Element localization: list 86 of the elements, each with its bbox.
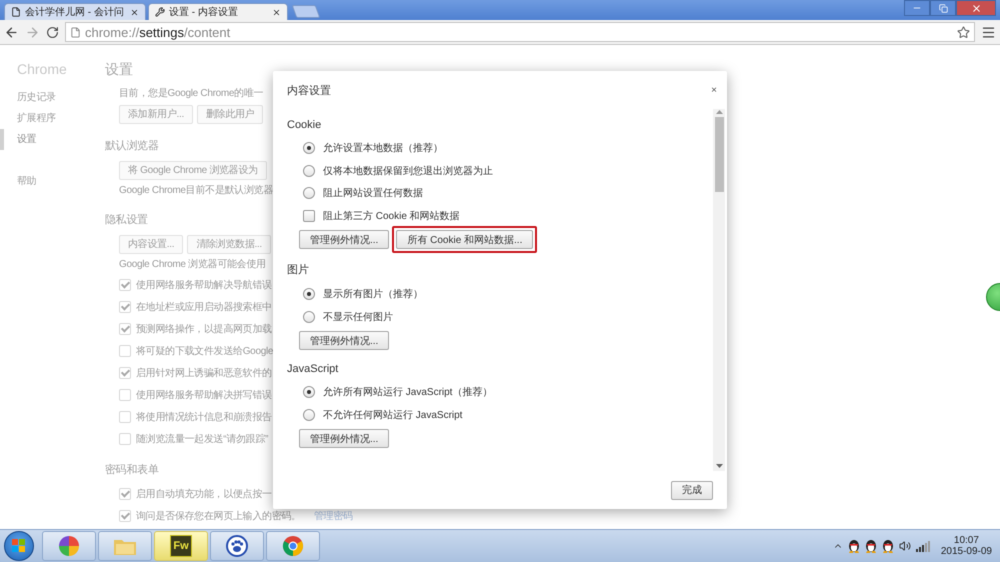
radio-label: 仅将本地数据保留到您退出浏览器为止 (323, 164, 493, 178)
scroll-up-icon[interactable] (716, 109, 722, 115)
close-button[interactable]: × (711, 84, 717, 96)
checkbox-label: 将可疑的下载文件发送给Google (136, 344, 274, 358)
checkbox-label: 启用自动填充功能，以便点按一 (136, 488, 272, 501)
page-icon (70, 26, 81, 38)
taskbar-app-button[interactable]: Fw (154, 531, 208, 561)
reload-icon[interactable] (46, 26, 59, 38)
radio-label: 阻止网站设置任何数据 (323, 186, 423, 200)
url-text: chrome://settings/content (85, 24, 230, 40)
fireworks-icon: Fw (170, 535, 192, 557)
radio-button[interactable] (303, 386, 315, 398)
close-icon[interactable] (272, 8, 281, 16)
chrome-icon (282, 535, 304, 557)
clock-time[interactable]: 10:07 (954, 535, 979, 546)
checkbox-label: 使用网络服务帮助解决拼写错误 (136, 388, 272, 402)
network-icon[interactable] (916, 540, 930, 552)
dialog-button[interactable]: 管理例外情况... (299, 230, 390, 249)
checkbox-label: 将使用情况统计信息和崩溃报告 (136, 410, 272, 424)
dialog-title: 内容设置 (287, 84, 331, 98)
checkbox-label: 阻止第三方 Cookie 和网站数据 (323, 210, 460, 223)
section-heading: 隐私设置 (105, 213, 149, 227)
dialog-button[interactable]: 管理例外情况... (299, 429, 390, 448)
radio-button[interactable] (303, 187, 315, 200)
radio-button[interactable] (303, 310, 315, 323)
radio-button[interactable] (303, 408, 315, 421)
scrollbar[interactable] (713, 109, 725, 471)
radio-label: 显示所有图片（推荐） (323, 288, 423, 302)
clock-date[interactable]: 2015-09-09 (940, 546, 992, 557)
close-icon[interactable] (130, 8, 139, 16)
radio-label: 不允许任何网站运行 JavaScript (323, 408, 462, 422)
checkbox[interactable] (303, 210, 315, 222)
dialog-button[interactable]: 所有 Cookie 和网站数据... (396, 230, 534, 249)
description-text: Google Chrome 浏览器可能会使用 (118, 258, 267, 272)
section-heading: Cookie (287, 119, 322, 131)
radio-label: 不显示任何图片 (323, 310, 393, 324)
start-icon (12, 539, 26, 553)
start-button[interactable] (4, 531, 34, 561)
tab-title: 设置 - 内容设置 (169, 6, 239, 19)
taskbar-app-button[interactable] (42, 531, 96, 561)
radio-button[interactable] (303, 164, 315, 177)
done-button[interactable]: 完成 (671, 480, 713, 500)
volume-icon[interactable] (898, 540, 911, 552)
radio-label: 允许所有网站运行 JavaScript（推荐） (323, 386, 492, 400)
tab-title: 会计学伴儿网 - 会计问 (25, 6, 125, 19)
pinwheel-icon (58, 535, 80, 557)
checkbox-label: 随浏览流量一起发送“请勿跟踪” (136, 432, 268, 446)
page-heading: 设置 (105, 61, 134, 79)
new-tab-button[interactable] (292, 5, 320, 18)
star-icon[interactable] (957, 26, 970, 38)
radio-label: 允许设置本地数据（推荐） (323, 142, 443, 156)
close-icon (970, 2, 982, 14)
section-heading: JavaScript (287, 363, 340, 375)
section-heading: 密码和表单 (105, 462, 160, 477)
section-heading: 默认浏览器 (105, 138, 160, 153)
checkbox-label: 询问是否保存您在网页上输入的密码。 (136, 510, 301, 523)
forward-icon[interactable] (25, 24, 40, 40)
close-button[interactable] (956, 0, 996, 16)
taskbar-app-button[interactable] (266, 531, 320, 561)
radio-button[interactable] (303, 288, 315, 300)
restore-icon (938, 4, 948, 12)
checkbox-label: 启用针对网上诱骗和恶意软件的 (136, 366, 272, 380)
page-icon (11, 7, 21, 17)
checkbox-label: 预测网络操作，以提高网页加载 (136, 322, 272, 336)
taskbar-app-button[interactable] (210, 531, 264, 561)
address-bar[interactable]: chrome://settings/content (65, 22, 975, 42)
checkbox-label: 在地址栏或应用启动器搜索框中 (136, 300, 272, 314)
scrollbar-thumb[interactable] (714, 117, 724, 192)
description-text: 目前，您是Google Chrome的唯一 (118, 86, 264, 101)
radio-button[interactable] (303, 142, 315, 154)
browser-tab[interactable]: 会计学伴儿网 - 会计问 (4, 3, 146, 20)
penguin-icon[interactable] (864, 539, 877, 553)
section-heading: 图片 (287, 263, 310, 277)
maximize-button[interactable] (930, 0, 956, 16)
dialog-button[interactable]: 管理例外情况... (299, 331, 390, 350)
paw-icon (226, 535, 248, 557)
scroll-down-icon[interactable] (716, 463, 722, 469)
description-text: Google Chrome目前不是默认浏览器 (118, 184, 273, 198)
sidebar-item[interactable]: 设置 (0, 129, 105, 150)
penguin-icon[interactable] (848, 539, 860, 553)
wrench-icon (155, 7, 165, 17)
back-icon[interactable] (4, 24, 19, 40)
checkbox-label: 使用网络服务帮助解决导航错误 (136, 278, 272, 292)
menu-icon[interactable] (981, 24, 996, 40)
browser-tab[interactable]: 设置 - 内容设置 (148, 3, 288, 20)
penguin-icon[interactable] (882, 539, 894, 553)
